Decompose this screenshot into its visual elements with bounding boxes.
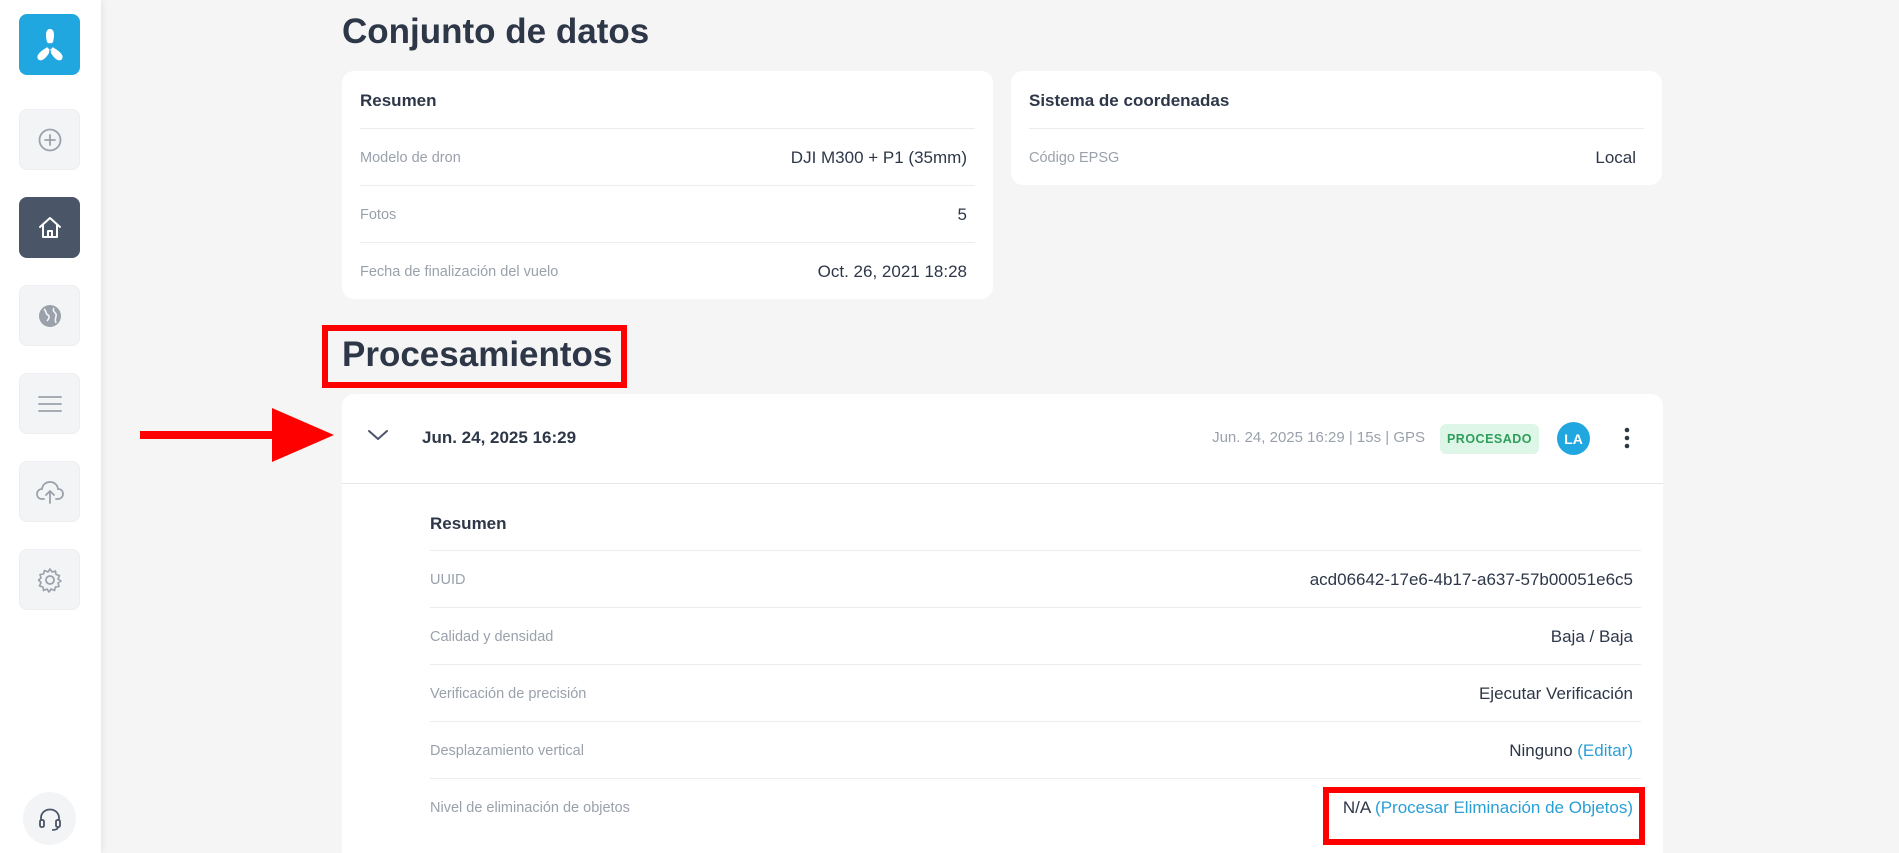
map-button[interactable] [19, 285, 80, 346]
annotation-arrow-head [272, 408, 334, 462]
detail-row-vertical-offset: Desplazamiento vertical Ninguno (Editar) [430, 721, 1641, 779]
summary-title: Resumen [360, 91, 437, 110]
more-options-icon[interactable] [1622, 426, 1632, 450]
dataset-heading: Conjunto de datos [342, 12, 650, 51]
detail-row-quality: Calidad y densidad Baja / Baja [430, 607, 1641, 665]
home-icon [38, 216, 61, 238]
dataset-summary-card: Resumen Modelo de dron DJI M300 + P1 (35… [342, 71, 993, 299]
summary-row-drone: Modelo de dron DJI M300 + P1 (35mm) [360, 128, 975, 186]
coords-row-epsg: Código EPSG Local [1029, 128, 1644, 186]
add-button[interactable] [19, 109, 80, 170]
quality-value: Baja / Baja [1550, 626, 1633, 646]
support-button[interactable] [23, 792, 76, 845]
row-label: Nivel de eliminación de objetos [430, 799, 630, 816]
row-label: Modelo de dron [360, 149, 461, 166]
annotation-box-heading [322, 325, 627, 388]
row-value: Oct. 26, 2021 18:28 [817, 261, 967, 281]
gear-icon [37, 567, 62, 593]
list-button[interactable] [19, 373, 80, 434]
propeller-logo-icon [36, 28, 63, 60]
edit-offset-link[interactable]: (Editar) [1577, 741, 1633, 760]
processing-card: Jun. 24, 2025 16:29 Jun. 24, 2025 16:29 … [342, 394, 1663, 853]
avatar[interactable]: LA [1557, 422, 1590, 455]
run-verification-link[interactable]: Ejecutar Verificación [1479, 684, 1633, 704]
add-icon [38, 128, 61, 151]
coordinate-system-card: Sistema de coordenadas Código EPSG Local [1011, 71, 1662, 185]
processing-summary-title: Resumen [430, 514, 507, 533]
row-label: Fecha de finalización del vuelo [360, 263, 559, 280]
processing-header[interactable]: Jun. 24, 2025 16:29 Jun. 24, 2025 16:29 … [342, 394, 1663, 484]
detail-row-precision: Verificación de precisión Ejecutar Verif… [430, 664, 1641, 722]
row-label: Calidad y densidad [430, 628, 554, 645]
row-value: Local [1595, 147, 1636, 167]
offset-value-group: Ninguno (Editar) [1509, 741, 1633, 761]
uuid-value: acd06642-17e6-4b17-a637-57b00051e6c5 [1309, 569, 1633, 589]
row-value: 5 [957, 204, 967, 224]
sidebar [0, 0, 101, 853]
row-label: Fotos [360, 206, 397, 223]
upload-button[interactable] [19, 461, 80, 522]
row-label: UUID [430, 571, 466, 588]
headset-icon [38, 808, 61, 831]
coords-title: Sistema de coordenadas [1029, 91, 1230, 110]
annotation-arrow-line [140, 431, 280, 439]
row-label: Desplazamiento vertical [430, 742, 584, 759]
summary-row-flight-date: Fecha de finalización del vuelo Oct. 26,… [360, 242, 975, 300]
globe-icon [38, 304, 61, 327]
row-label: Código EPSG [1029, 149, 1120, 166]
row-value: DJI M300 + P1 (35mm) [790, 147, 967, 167]
annotation-box-object-removal [1323, 787, 1645, 845]
menu-icon [37, 395, 62, 412]
detail-row-uuid: UUID acd06642-17e6-4b17-a637-57b00051e6c… [430, 550, 1641, 608]
home-button[interactable] [19, 197, 80, 258]
logo-button[interactable] [19, 14, 80, 75]
chevron-down-icon[interactable] [366, 427, 390, 443]
row-label: Verificación de precisión [430, 685, 587, 702]
processing-meta: Jun. 24, 2025 16:29 | 15s | GPS [1212, 429, 1425, 446]
status-badge: PROCESADO [1440, 424, 1539, 454]
settings-button[interactable] [19, 549, 80, 610]
upload-cloud-icon [35, 480, 64, 504]
summary-row-photos: Fotos 5 [360, 185, 975, 243]
processing-date: Jun. 24, 2025 16:29 [422, 428, 577, 447]
offset-value: Ninguno [1509, 740, 1573, 760]
